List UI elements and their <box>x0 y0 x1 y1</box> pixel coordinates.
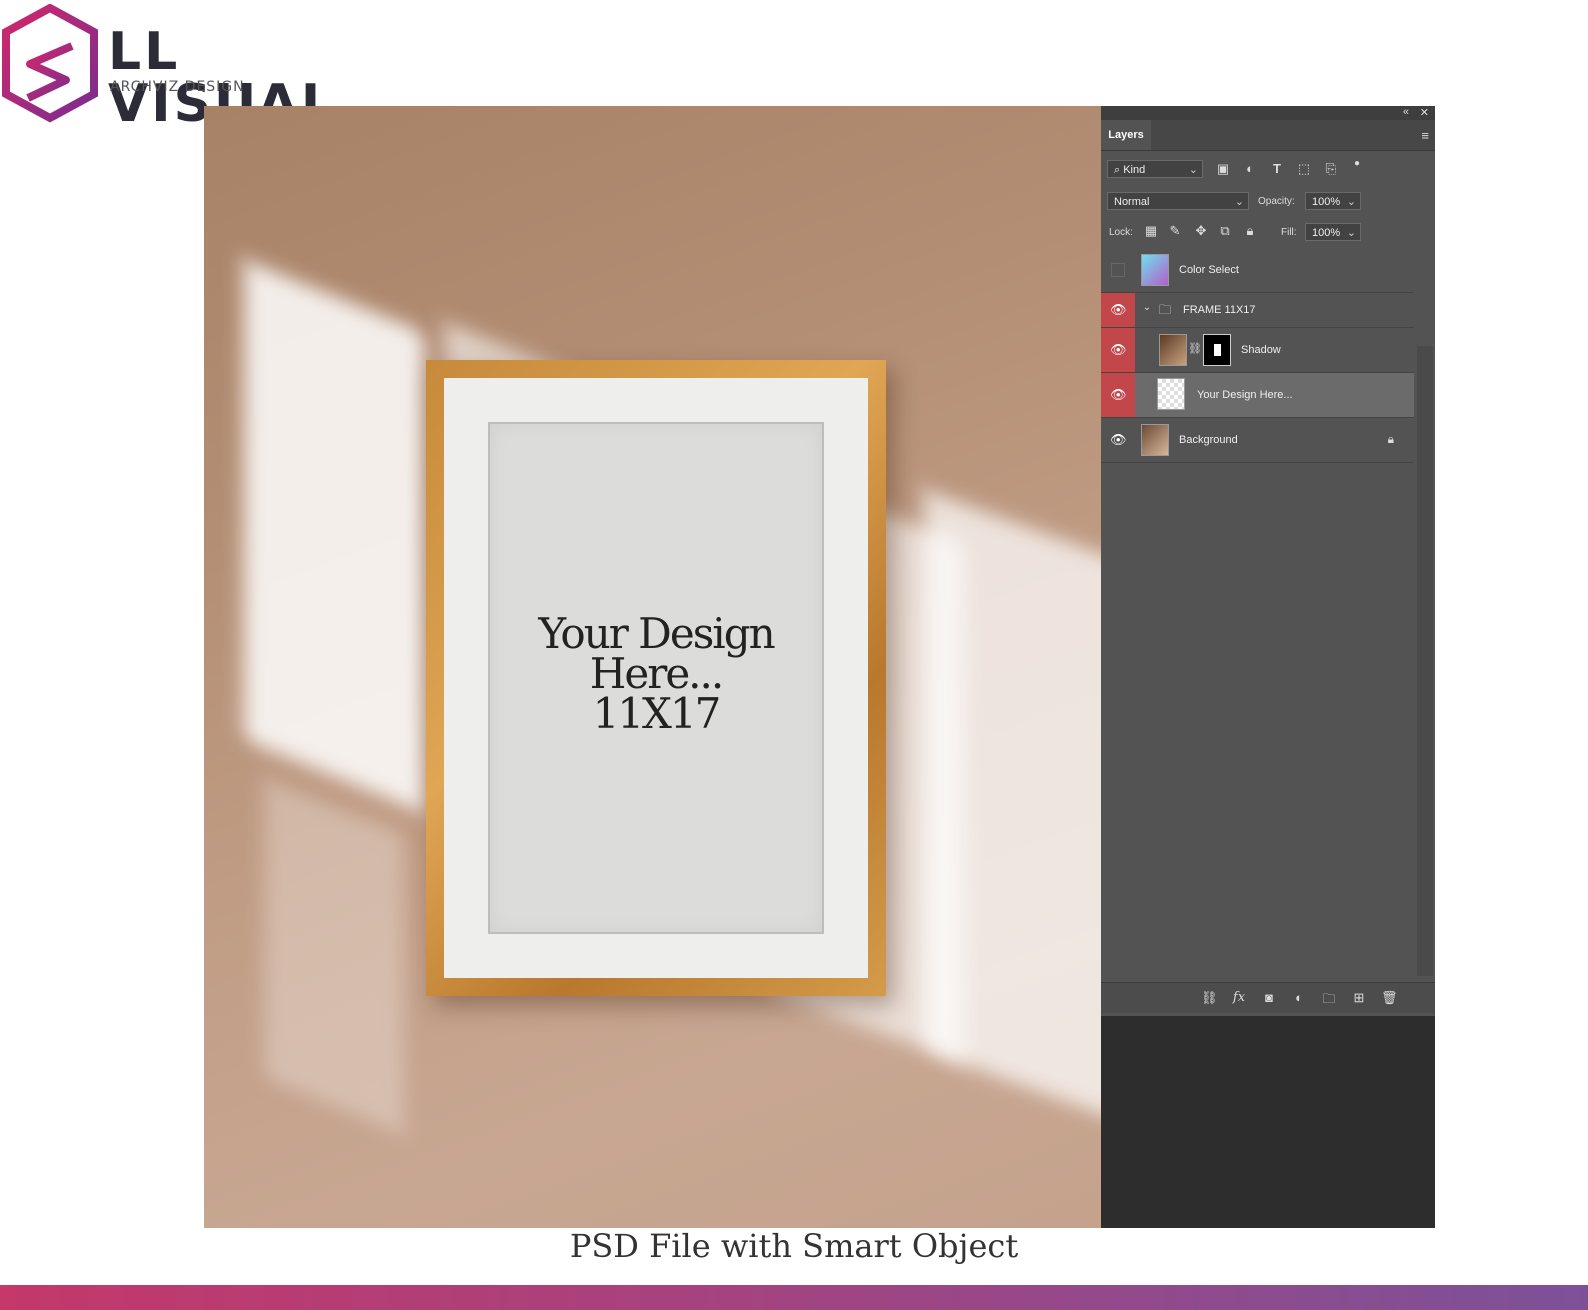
chevron-down-icon: ⌄ <box>1346 196 1356 208</box>
search-icon: ⌕ <box>1114 164 1124 176</box>
adjustment-filter-icon[interactable]: ◐ <box>1242 161 1258 176</box>
layer-thumbnail <box>1141 424 1169 456</box>
close-icon[interactable]: ✕ <box>1420 106 1429 119</box>
eye-icon: 👁︎ <box>1110 302 1127 317</box>
chevron-down-icon: ⌄ <box>1234 196 1244 208</box>
smart-object-filter-icon[interactable]: ⎘ <box>1323 161 1339 177</box>
eye-icon: 👁︎ <box>1110 342 1127 357</box>
new-layer-icon[interactable]: ⊞ <box>1351 990 1367 1006</box>
opacity-value: 100% <box>1312 196 1341 208</box>
filter-toggle-icon[interactable]: ● <box>1349 158 1365 169</box>
layers-panel: « ✕ Layers ≡ ⌕ Kind ⌄ ▣ ◐ T ⬚ ⎘ ● Normal… <box>1101 106 1435 1228</box>
type-filter-icon[interactable]: T <box>1269 161 1285 176</box>
design-text-line-1: Your Design <box>538 609 775 658</box>
panel-empty-area <box>1101 1016 1435 1228</box>
chevron-down-icon: ⌄ <box>1188 164 1198 176</box>
shape-filter-icon[interactable]: ⬚ <box>1296 161 1312 177</box>
layer-name: Color Select <box>1179 264 1239 276</box>
blend-mode-select[interactable]: Normal ⌄ <box>1107 192 1249 210</box>
new-group-icon[interactable]: 🗀 <box>1321 990 1337 1012</box>
lock-label: Lock: <box>1109 227 1133 238</box>
chevron-down-icon[interactable]: ⌄ <box>1139 302 1155 313</box>
eye-icon: 👁︎ <box>1110 432 1127 447</box>
eye-icon: 👁︎ <box>1110 387 1127 402</box>
link-layers-icon[interactable]: ⛓ <box>1201 990 1218 1006</box>
opacity-input[interactable]: 100% ⌄ <box>1305 192 1361 210</box>
link-icon: ⛓ <box>1188 343 1202 355</box>
panel-menu-icon[interactable]: ≡ <box>1421 128 1429 143</box>
collapse-icon[interactable]: « <box>1403 106 1409 118</box>
design-text-line-3: 11X17 <box>592 689 722 738</box>
tab-layers[interactable]: Layers <box>1101 120 1151 150</box>
image-filter-icon[interactable]: ▣ <box>1215 161 1231 177</box>
design-placeholder-text: Your Design Here... 11X17 <box>490 609 822 738</box>
layer-name: Shadow <box>1241 344 1281 356</box>
layer-thumbnail <box>1141 254 1169 286</box>
design-text-line-2: Here... <box>589 649 724 698</box>
lock-icon: 🔒︎ <box>1387 432 1394 446</box>
fx-icon[interactable]: fx <box>1231 990 1247 1005</box>
design-placeholder: Your Design Here... 11X17 <box>488 422 824 934</box>
layer-your-design[interactable]: 👁︎ Your Design Here... <box>1101 373 1414 418</box>
lock-artboard-icon[interactable]: ⧉ <box>1217 223 1233 239</box>
opacity-label: Opacity: <box>1258 196 1295 207</box>
hexagon-logo-icon <box>2 4 98 123</box>
fill-input[interactable]: 100% ⌄ <box>1305 223 1361 241</box>
add-mask-icon[interactable]: ◙ <box>1261 990 1277 1005</box>
visibility-toggle[interactable]: 👁︎ <box>1101 328 1135 372</box>
filter-kind-label: Kind <box>1123 164 1146 176</box>
layers-scrollbar[interactable] <box>1417 346 1433 976</box>
picture-frame: Your Design Here... 11X17 <box>426 360 886 996</box>
lock-paint-icon[interactable]: ✎ <box>1167 223 1183 239</box>
filter-kind-select[interactable]: ⌕ Kind ⌄ <box>1107 160 1203 178</box>
lock-transparent-icon[interactable]: ▦ <box>1143 223 1159 239</box>
mockup-scene: Your Design Here... 11X17 <box>204 106 1101 1228</box>
layer-thumbnail <box>1159 334 1187 366</box>
layer-thumbnail <box>1157 378 1185 410</box>
layer-color-select[interactable]: Color Select <box>1101 248 1414 293</box>
brand-tagline: ARCHVIZ DESIGN <box>110 79 245 95</box>
layer-background[interactable]: 👁︎ Background 🔒︎ <box>1101 418 1414 463</box>
filter-row: ⌕ Kind ⌄ ▣ ◐ T ⬚ ⎘ ● <box>1101 158 1435 188</box>
chevron-down-icon: ⌄ <box>1346 227 1356 239</box>
folder-icon: 🗀 <box>1158 302 1172 317</box>
visibility-toggle[interactable]: 👁︎ <box>1101 373 1135 417</box>
lock-row: Lock: ▦ ✎ ✥ ⧉ 🔒︎ Fill: 100% ⌄ <box>1101 220 1435 246</box>
visibility-toggle[interactable]: 👁︎ <box>1101 293 1135 327</box>
adjustment-layer-icon[interactable]: ◐ <box>1291 990 1307 1005</box>
layer-shadow[interactable]: 👁︎ ⛓ Shadow <box>1101 328 1414 373</box>
fill-value: 100% <box>1312 227 1341 239</box>
blend-row: Normal ⌄ Opacity: 100% ⌄ <box>1101 190 1435 216</box>
panel-tabbar: Layers ≡ <box>1101 120 1435 151</box>
layer-group-frame[interactable]: 👁︎ ⌄ 🗀 FRAME 11X17 <box>1101 293 1414 328</box>
visibility-toggle[interactable]: 👁︎ <box>1101 418 1135 462</box>
layer-name: FRAME 11X17 <box>1183 304 1256 316</box>
frame-mat: Your Design Here... 11X17 <box>444 378 868 978</box>
layers-bottom-bar: ⛓ fx ◙ ◐ 🗀 ⊞ 🗑︎ <box>1101 982 1435 1013</box>
caption: PSD File with Smart Object <box>569 1227 1019 1265</box>
blend-mode-value: Normal <box>1114 196 1150 208</box>
visibility-off-box <box>1111 263 1125 277</box>
panel-titlebar: « ✕ <box>1101 106 1435 120</box>
layer-name: Your Design Here... <box>1197 389 1293 401</box>
visibility-toggle[interactable] <box>1101 248 1135 292</box>
fill-label: Fill: <box>1281 227 1297 238</box>
layer-mask-thumbnail <box>1203 334 1231 366</box>
delete-layer-icon[interactable]: 🗑︎ <box>1381 990 1398 1006</box>
footer-gradient-bar <box>0 1285 1588 1310</box>
lock-all-icon[interactable]: 🔒︎ <box>1242 223 1258 239</box>
layer-name: Background <box>1179 434 1238 446</box>
lock-move-icon[interactable]: ✥ <box>1193 223 1209 239</box>
